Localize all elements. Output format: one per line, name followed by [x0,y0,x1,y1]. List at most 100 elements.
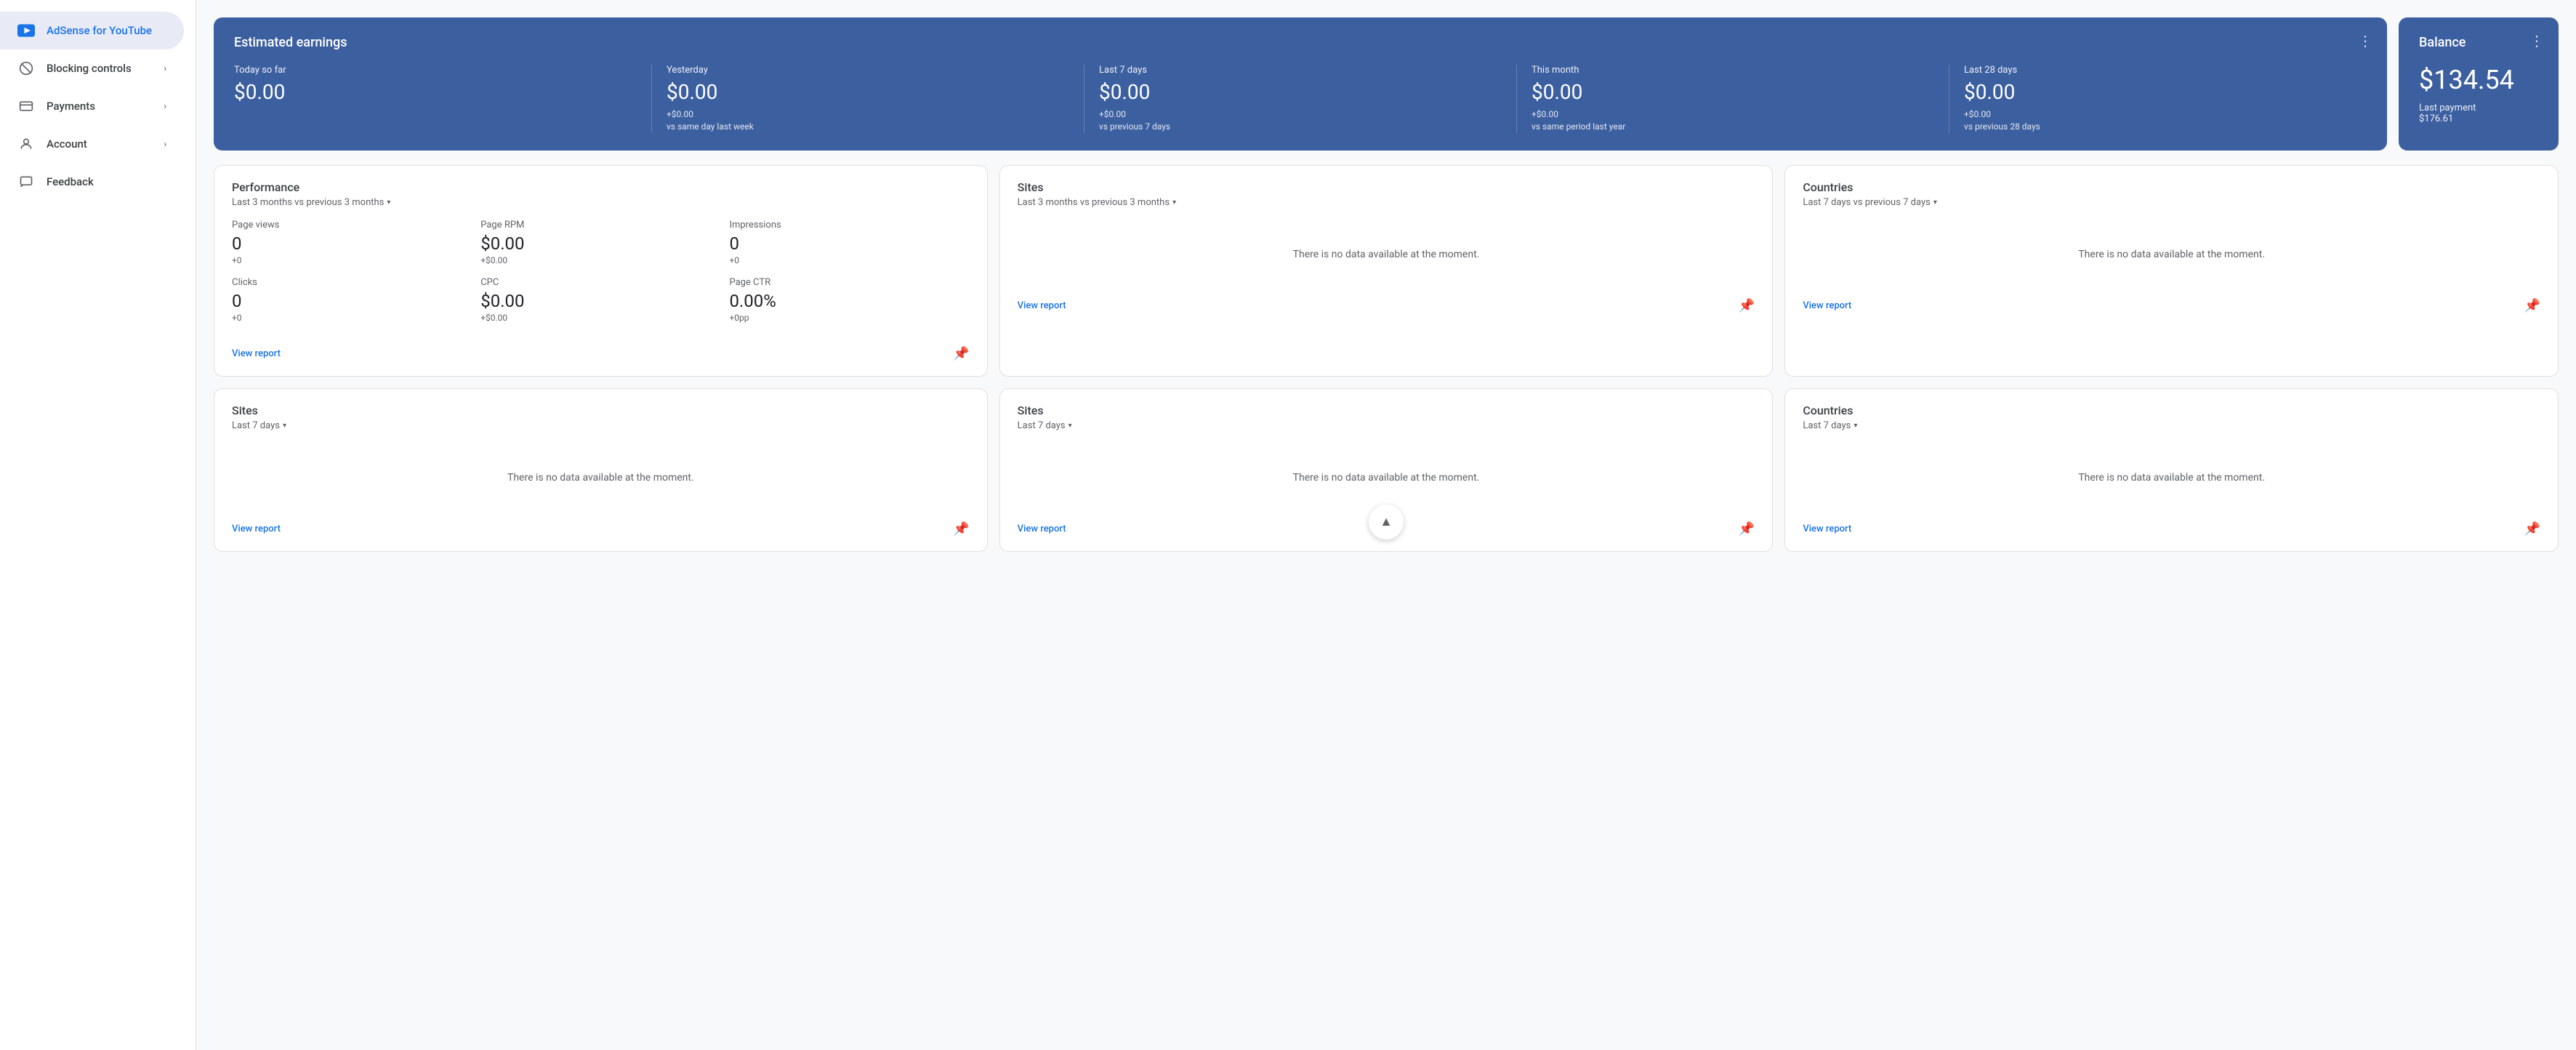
sidebar-item-blocking[interactable]: Blocking controls › [0,49,184,87]
payments-arrow: › [164,101,166,111]
sites1-subtitle: Last 3 months vs previous 3 months ▾ [1018,197,1755,208]
performance-menu-button[interactable]: ⋮ [958,180,973,198]
balance-card: Balance ⋮ $134.54 Last payment $176.61 [2399,17,2559,151]
earnings-delta-yesterday: +$0.00 vs same day last week [667,108,1069,133]
countries1-view-report[interactable]: View report [1803,300,1851,311]
earnings-grid: Today so far $0.00 Yesterday $0.00 +$0.0… [234,65,2367,133]
countries1-title: Countries [1803,180,2540,194]
earnings-col-thismonth: This month $0.00 +$0.00 vs same period l… [1531,65,1949,133]
sidebar-item-feedback[interactable]: Feedback [0,163,184,201]
sidebar-item-adsense-label: AdSense for YouTube [47,24,152,37]
countries2-dropdown-arrow[interactable]: ▾ [1853,422,1857,430]
sites2-pin-icon[interactable]: 📌 [1739,521,1755,537]
balance-last-payment-label: Last payment [2419,103,2538,113]
countries2-pin-icon[interactable]: 📌 [2524,521,2540,537]
scroll-up-fab[interactable]: ▲ [1369,505,1404,540]
earnings-delta-7days: +$0.00 vs previous 7 days [1099,108,1502,133]
countries-widget-1: ⋮ Countries Last 7 days vs previous 7 da… [1784,165,2559,377]
earnings-delta-28days: +$0.00 vs previous 28 days [1964,108,2367,133]
payments-icon [17,97,35,115]
sidebar-item-account[interactable]: Account › [0,125,184,163]
earnings-col-today: Today so far $0.00 [234,65,652,133]
earnings-period-yesterday: Yesterday [667,65,1069,76]
blocking-arrow: › [164,63,166,73]
performance-pin-icon[interactable]: 📌 [953,346,969,361]
balance-title: Balance [2419,35,2538,50]
sites-bottom-dropdown-arrow[interactable]: ▾ [283,422,286,430]
earnings-amount-7days: $0.00 [1099,80,1502,104]
sites-bottom-view-report[interactable]: View report [232,524,281,534]
countries1-menu-button[interactable]: ⋮ [2529,180,2543,198]
sites2-subtitle: Last 7 days ▾ [1018,420,1755,431]
earnings-amount-thismonth: $0.00 [1531,80,1934,104]
sites-bottom-subtitle: Last 7 days ▾ [232,420,970,431]
sites-bottom-no-data: There is no data available at the moment… [232,443,970,498]
earnings-period-28days: Last 28 days [1964,65,2367,76]
sites-widget-1: ⋮ Sites Last 3 months vs previous 3 mont… [999,165,1774,377]
earnings-amount-28days: $0.00 [1964,80,2367,104]
sidebar-item-feedback-label: Feedback [47,175,94,188]
countries1-no-data: There is no data available at the moment… [1803,220,2540,275]
sites-bottom-pin-icon[interactable]: 📌 [953,521,969,537]
metric-impressions: Impressions 0 +0 [729,220,969,265]
countries2-menu-button[interactable]: ⋮ [2529,404,2543,421]
sites2-menu-button[interactable]: ⋮ [1743,404,1758,421]
sites1-no-data: There is no data available at the moment… [1018,220,1755,275]
earnings-menu-button[interactable]: ⋮ [2358,32,2372,49]
earnings-delta-thismonth: +$0.00 vs same period last year [1531,108,1934,133]
performance-dropdown-arrow[interactable]: ▾ [387,199,390,207]
metric-cpc: CPC $0.00 +$0.00 [480,277,720,323]
earnings-period-thismonth: This month [1531,65,1934,76]
metric-pagerpm: Page RPM $0.00 +$0.00 [480,220,720,265]
sidebar: AdSense for YouTube Blocking controls › … [0,0,196,1050]
account-icon [17,135,35,153]
sites2-view-report[interactable]: View report [1018,524,1066,534]
blocking-icon [17,60,35,77]
sidebar-item-adsense[interactable]: AdSense for YouTube [0,12,184,49]
sites1-pin-icon[interactable]: 📌 [1739,298,1755,313]
countries2-subtitle: Last 7 days ▾ [1803,420,2540,431]
balance-last-payment-value: $176.61 [2419,113,2538,124]
sites1-dropdown-arrow[interactable]: ▾ [1172,199,1176,207]
countries1-pin-icon[interactable]: 📌 [2524,298,2540,313]
metric-pagectr: Page CTR 0.00% +0pp [729,277,969,323]
earnings-col-7days: Last 7 days $0.00 +$0.00 vs previous 7 d… [1099,65,1517,133]
sites1-title: Sites [1018,180,1755,194]
countries2-view-report[interactable]: View report [1803,524,1851,534]
sites-bottom-title: Sites [232,404,970,417]
youtube-icon [17,22,35,39]
earnings-title: Estimated earnings [234,35,2367,50]
earnings-period-7days: Last 7 days [1099,65,1502,76]
countries1-footer: View report 📌 [1803,289,2540,313]
countries2-title: Countries [1803,404,2540,417]
sites-widget-2: ⋮ Sites Last 7 days ▾ There is no data a… [999,388,1774,552]
metric-pageviews: Page views 0 +0 [232,220,472,265]
top-row: Estimated earnings ⋮ Today so far $0.00 … [214,17,2559,151]
sites-bottom-menu-button[interactable]: ⋮ [958,404,973,421]
main-content: Estimated earnings ⋮ Today so far $0.00 … [196,0,2576,1050]
countries1-subtitle: Last 7 days vs previous 7 days ▾ [1803,197,2540,208]
sites2-footer: View report 📌 ▲ [1018,513,1755,537]
performance-widget: ⋮ Performance Last 3 months vs previous … [214,165,988,377]
sites1-menu-button[interactable]: ⋮ [1743,180,1758,198]
metric-clicks: Clicks 0 +0 [232,277,472,323]
sites2-dropdown-arrow[interactable]: ▾ [1068,422,1072,430]
earnings-amount-today: $0.00 [234,80,637,104]
sidebar-item-payments-label: Payments [47,100,95,113]
sites-bottom-footer: View report 📌 [232,513,970,537]
sites2-title: Sites [1018,404,1755,417]
balance-amount: $134.54 [2419,65,2538,95]
performance-view-report[interactable]: View report [232,348,281,359]
performance-subtitle: Last 3 months vs previous 3 months ▾ [232,197,970,208]
countries-widget-2: ⋮ Countries Last 7 days ▾ There is no da… [1784,388,2559,552]
feedback-icon [17,173,35,191]
sidebar-item-account-label: Account [47,137,87,151]
performance-title: Performance [232,180,970,194]
balance-menu-button[interactable]: ⋮ [2529,32,2544,49]
countries1-dropdown-arrow[interactable]: ▾ [1933,199,1937,207]
sidebar-item-payments[interactable]: Payments › [0,87,184,125]
sites1-footer: View report 📌 [1018,289,1755,313]
countries2-no-data: There is no data available at the moment… [1803,443,2540,498]
sites2-no-data: There is no data available at the moment… [1018,443,1755,498]
sites1-view-report[interactable]: View report [1018,300,1066,311]
